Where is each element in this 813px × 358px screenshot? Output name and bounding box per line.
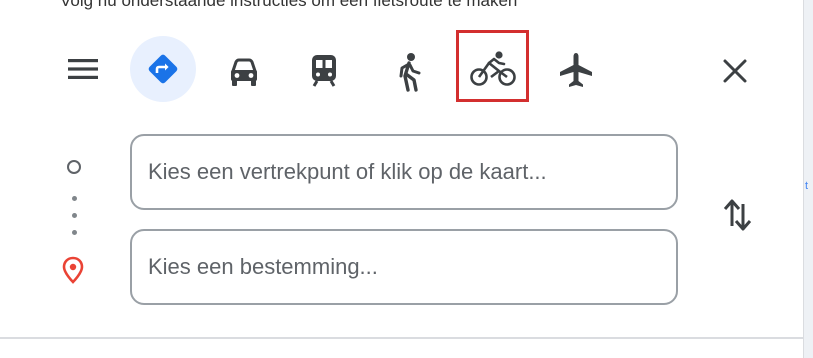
origin-input[interactable] — [148, 159, 676, 185]
instruction-caption-area: Volg nu onderstaande instructies om een … — [0, 0, 813, 22]
mode-walking-button[interactable] — [389, 48, 429, 96]
panel-divider — [0, 337, 803, 339]
walking-person-icon — [395, 52, 423, 92]
close-x-icon[interactable] — [716, 52, 754, 90]
map-canvas-edge[interactable]: t — [803, 0, 813, 358]
mode-driving-button[interactable] — [222, 50, 266, 94]
mode-transit-button[interactable] — [304, 48, 344, 92]
car-icon — [227, 56, 261, 88]
destination-pin-icon — [62, 256, 84, 289]
airplane-icon — [558, 51, 594, 89]
route-dot-3 — [72, 230, 77, 235]
destination-input[interactable] — [148, 254, 676, 280]
route-dot-2 — [72, 213, 77, 218]
directions-diamond-icon — [145, 51, 181, 87]
instruction-caption: Volg nu onderstaande instructies om een … — [60, 0, 518, 10]
origin-field[interactable] — [130, 134, 678, 210]
mode-flights-button[interactable] — [554, 48, 598, 92]
destination-field[interactable] — [130, 229, 678, 305]
map-label-fragment: t — [805, 180, 809, 192]
cycling-highlight-box — [456, 30, 529, 102]
hamburger-menu-icon[interactable] — [64, 50, 102, 88]
route-dot-1 — [72, 196, 77, 201]
train-icon — [309, 53, 339, 87]
origin-circle-icon — [67, 160, 81, 174]
swap-vertical-arrows-icon[interactable] — [717, 192, 757, 238]
mode-best-route-button[interactable] — [130, 36, 196, 102]
